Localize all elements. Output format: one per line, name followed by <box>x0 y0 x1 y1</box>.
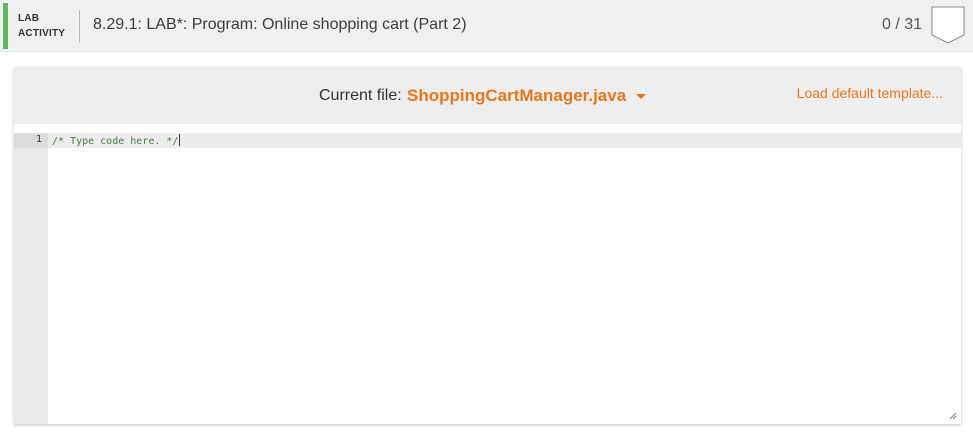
activity-type-line1: LAB <box>18 13 40 24</box>
current-file-dropdown[interactable]: ShoppingCartManager.java <box>407 86 626 106</box>
code-line[interactable]: /* Type code here. */ <box>52 134 181 147</box>
resize-handle-icon[interactable] <box>949 412 957 420</box>
activity-type-line2: ACTIVITY <box>18 28 66 39</box>
file-toolbar: Current file: ShoppingCartManager.java L… <box>14 67 961 124</box>
activity-title: 8.29.1: LAB*: Program: Online shopping c… <box>93 16 467 33</box>
line-number-gutter <box>14 133 48 424</box>
load-default-template-link[interactable]: Load default template... <box>797 85 943 101</box>
activity-accent-bar <box>3 3 8 49</box>
header-divider <box>79 10 80 42</box>
line-number: 1 <box>35 134 42 145</box>
score-badge-icon <box>931 6 965 44</box>
current-file-label: Current file: <box>319 87 402 104</box>
lab-header: LAB ACTIVITY 8.29.1: LAB*: Program: Onli… <box>0 0 973 52</box>
activity-type-tag: LAB ACTIVITY <box>18 11 65 41</box>
caret-down-icon[interactable] <box>636 94 646 99</box>
code-editor[interactable]: 1 /* Type code here. */ <box>14 124 961 424</box>
editor-panel: Current file: ShoppingCartManager.java L… <box>14 67 961 424</box>
code-line-text: /* Type code here. */ <box>52 136 179 147</box>
text-cursor <box>179 134 181 146</box>
score-display: 0 / 31 <box>881 16 922 33</box>
